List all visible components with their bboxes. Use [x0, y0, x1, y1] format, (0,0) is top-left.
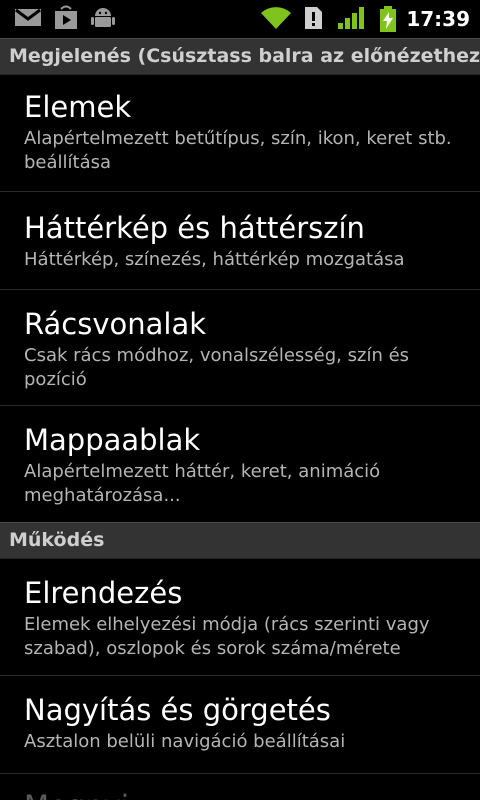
pref-summary: Asztalon belüli navigáció beállításai: [24, 731, 346, 752]
gmail-icon: [14, 5, 42, 33]
pref-wallpaper[interactable]: Háttérkép és háttérszín Háttérkép, színe…: [0, 192, 480, 290]
pref-title: Elrendezés: [24, 576, 183, 610]
android-debug-icon: [90, 5, 116, 35]
wifi-icon: [260, 5, 292, 35]
pref-title: Nagyítás és görgetés: [24, 693, 331, 727]
pref-title: Megnyi...: [24, 788, 468, 800]
pref-title: Mappaablak: [24, 423, 201, 457]
pref-summary: Alapértelmezett betűtípus, szín, ikon, k…: [24, 128, 452, 173]
settings-list[interactable]: Megjelenés (Csúsztass balra az előnézeth…: [0, 38, 480, 800]
pref-layout[interactable]: Elrendezés Elemek elhelyezési módja (rác…: [0, 559, 480, 676]
section-header-behavior: Működés: [0, 522, 480, 559]
battery-charging-icon: [378, 5, 398, 37]
pref-summary: Háttérkép, színezés, háttérkép mozgatása: [24, 249, 405, 270]
pref-summary: Alapértelmezett háttér, keret, animáció …: [24, 461, 381, 506]
pref-title: Elemek: [24, 90, 132, 124]
pref-title: Háttérkép és háttérszín: [24, 211, 365, 245]
play-store-icon: [53, 5, 79, 35]
pref-summary: Csak rács módhoz, vonalszélesség, szín é…: [24, 345, 410, 390]
alert-icon: [302, 5, 324, 35]
pref-grid-lines[interactable]: Rácsvonalak Csak rács módhoz, vonalszéle…: [0, 290, 480, 406]
pref-folder-window[interactable]: Mappaablak Alapértelmezett háttér, keret…: [0, 406, 480, 522]
pref-summary: Elemek elhelyezési módja (rács szerinti …: [24, 614, 430, 659]
section-header-appearance: Megjelenés (Csúsztass balra az előnézeth…: [0, 38, 480, 75]
pref-items[interactable]: Elemek Alapértelmezett betűtípus, szín, …: [0, 75, 480, 192]
pref-zoom-scroll[interactable]: Nagyítás és görgetés Asztalon belüli nav…: [0, 676, 480, 774]
status-bar: 17:39: [0, 0, 480, 38]
pref-title: Rácsvonalak: [24, 307, 207, 341]
status-clock: 17:39: [406, 7, 470, 31]
signal-icon: [336, 5, 366, 35]
pref-partial[interactable]: Megnyi...: [0, 774, 480, 800]
